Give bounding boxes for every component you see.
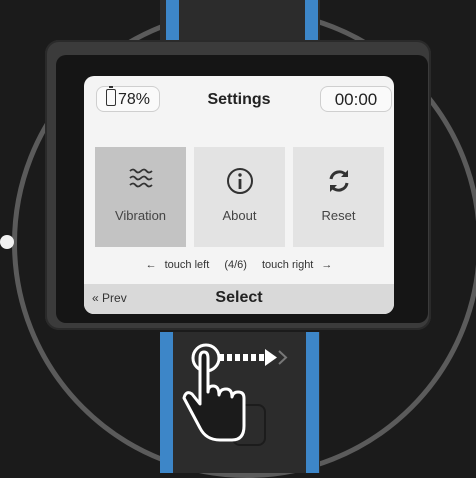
page-indicator: (4/6) [224, 259, 247, 271]
touch-right-hint: touch right [262, 259, 314, 271]
info-icon [194, 167, 285, 197]
navigation-hint: ← touch left (4/6) touch right → [84, 259, 394, 271]
arrow-right-icon: → [321, 259, 333, 271]
vibration-tile[interactable]: Vibration [95, 147, 186, 247]
vibration-icon [95, 167, 186, 197]
device-screen: 78% Settings 00:00 Vibration About Reset… [84, 76, 394, 314]
select-button[interactable]: Select [84, 289, 394, 307]
reset-icon [293, 167, 384, 197]
tile-label-vibration: Vibration [114, 208, 167, 223]
tile-label-about: About [222, 208, 257, 223]
arrow-left-icon: ← [145, 259, 157, 271]
ring-indicator-dot [0, 235, 14, 249]
strap-accent-right [306, 332, 319, 473]
about-tile[interactable]: About [194, 147, 285, 247]
swipe-right-gesture-icon [182, 343, 288, 442]
reset-tile[interactable]: Reset [293, 147, 384, 247]
bottom-bar: « Prev Select [84, 284, 394, 314]
timer-display: 00:00 [320, 86, 392, 112]
strap-accent-left [160, 332, 173, 473]
tile-label-reset: Reset [321, 208, 356, 223]
touch-left-hint: touch left [164, 259, 210, 271]
